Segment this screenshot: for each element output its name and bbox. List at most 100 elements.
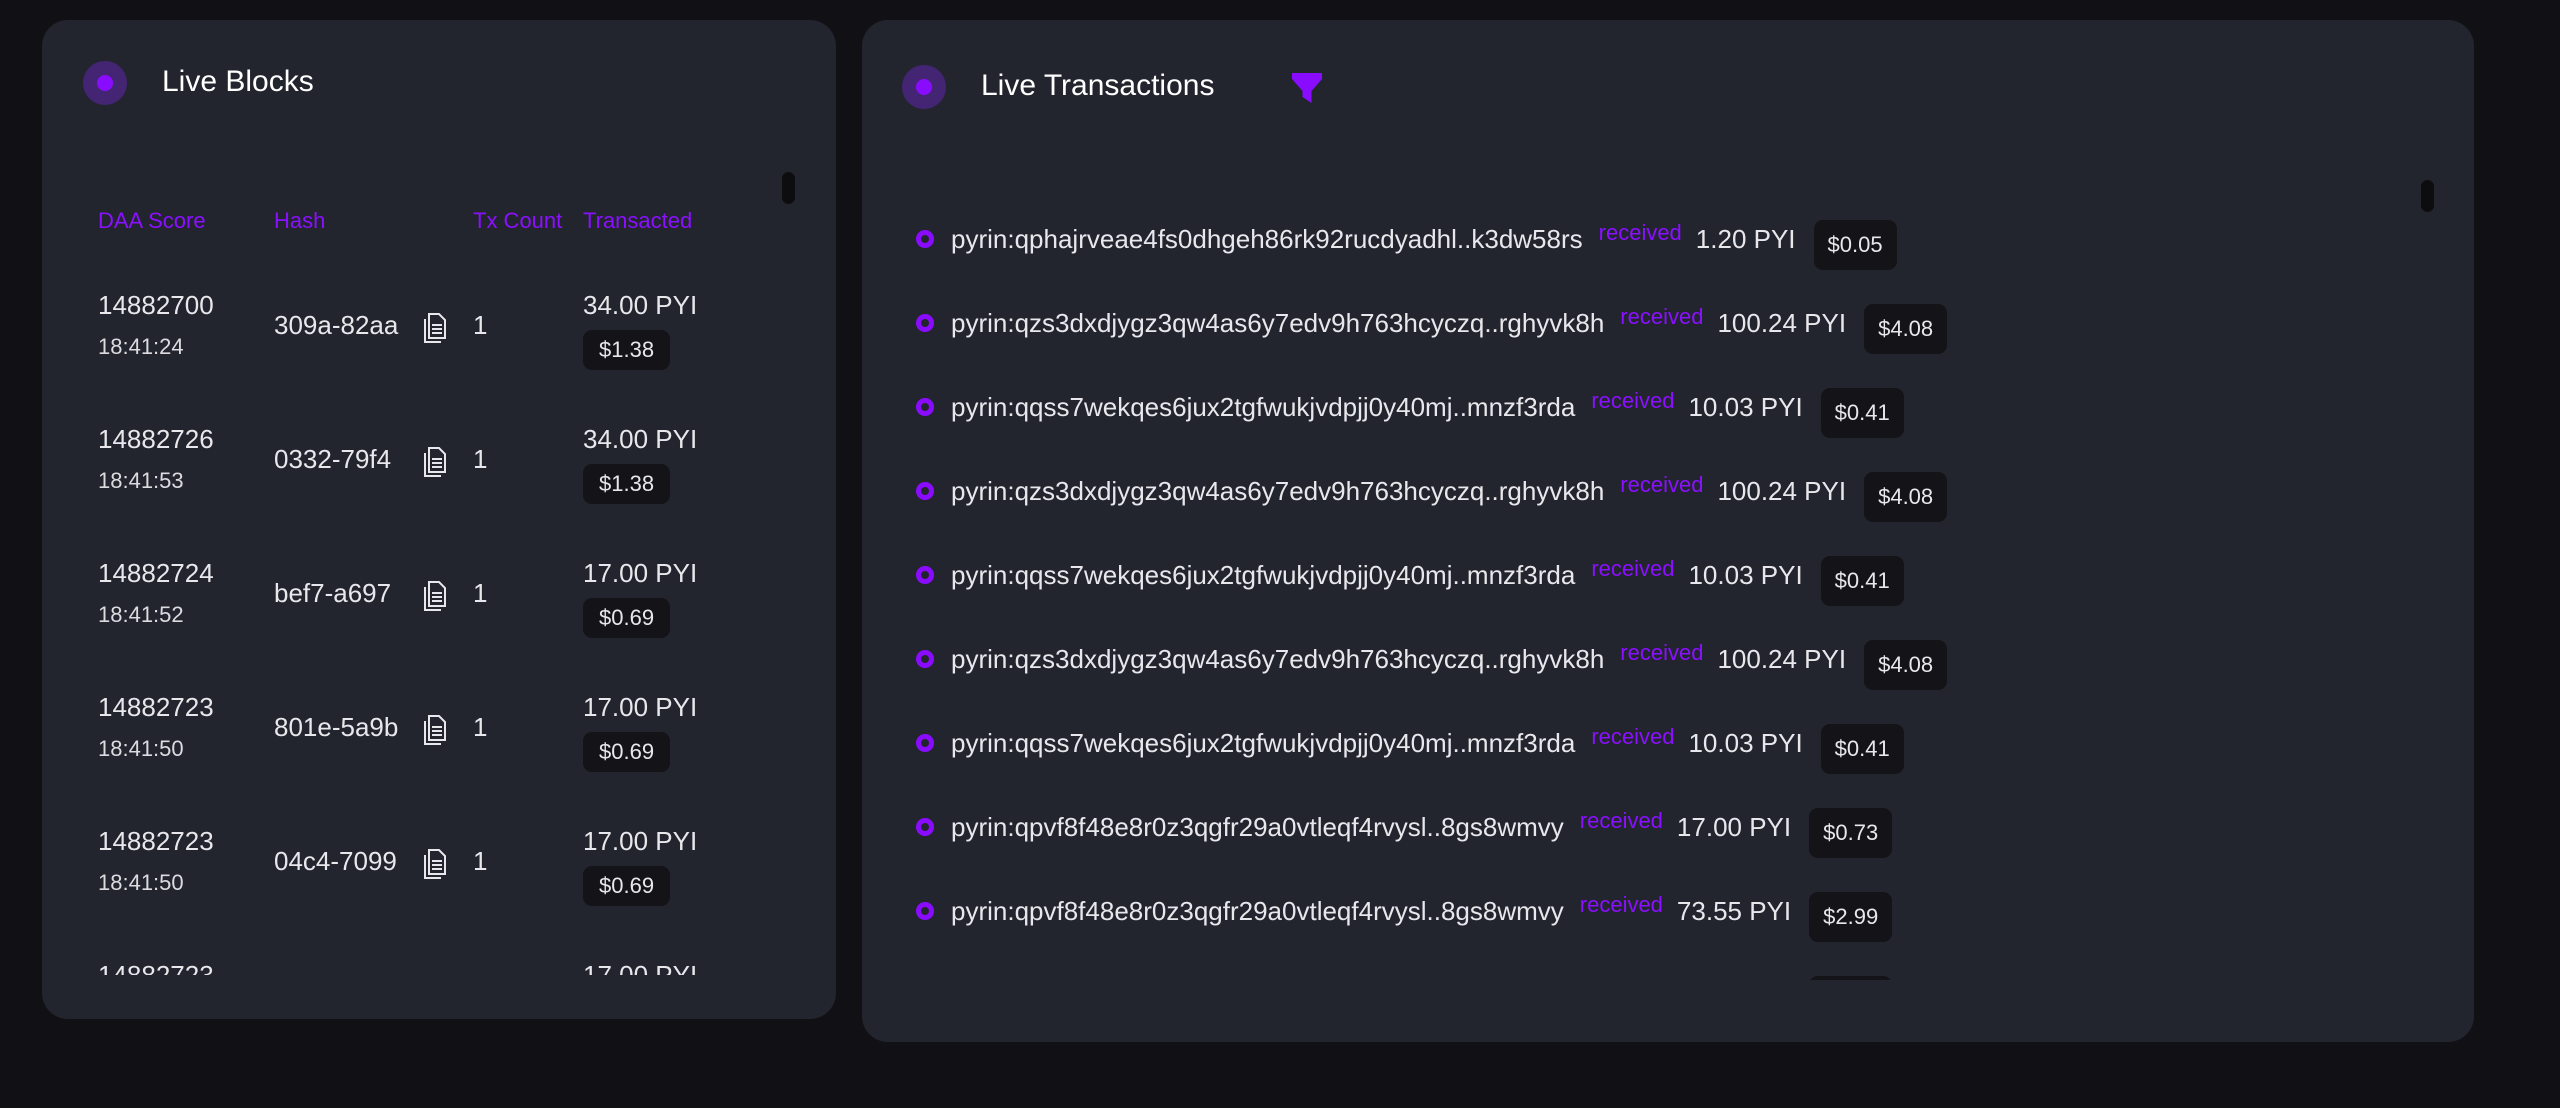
block-hash-link[interactable]: 0332-79f4 [274, 444, 391, 475]
status-label: received [1620, 472, 1704, 497]
daa-score: 14882723 [98, 692, 214, 722]
transaction-amount: 17.00 PYI [1676, 811, 1792, 842]
usd-value-badge: $0.41 [1820, 724, 1904, 774]
transacted-amount: 17.00 PYI [583, 692, 698, 722]
transactions-list: pyrin:qphajrveae4fs0dhgeh86rk92rucdyadhl… [862, 177, 2402, 980]
transaction-item[interactable]: pyrin:qphajrveae4fs0dhgeh86rk92rucdyadhl… [862, 197, 1897, 281]
address-link[interactable]: pyrin:qzs3dxdjygz3qw4as6y7edv9h763hcyczq… [951, 644, 1604, 675]
transactions-scrollbar[interactable] [2421, 180, 2434, 212]
column-hash: Hash [274, 208, 326, 233]
transacted-amount: 17.00 PYI [583, 826, 698, 856]
filter-icon[interactable] [1289, 70, 1325, 106]
status-label: received [1620, 640, 1704, 665]
transaction-dot-icon [916, 650, 934, 668]
address-link[interactable]: pyrin:qzs3dxdjygz3qw4as6y7edv9h763hcyczq… [951, 476, 1604, 507]
transaction-item[interactable]: pyrin:qpvf8f48e8r0z3qgfr29a0vtleqf4rvysl… [862, 785, 1893, 869]
transaction-item[interactable]: pyrin:qqss7wekqes6jux2tgfwukjvdpjj0y40mj… [862, 365, 1904, 449]
status-label: received [1579, 808, 1663, 833]
usd-value-badge: $4.08 [1864, 304, 1948, 354]
blocks-table-body: 14882700 18:41:24 309a-82aa 1 34.00 PYI $1.38… [42, 290, 802, 975]
daa-score: 14882700 [98, 290, 214, 320]
copy-icon[interactable] [422, 580, 448, 612]
block-time: 18:41:52 [98, 602, 184, 627]
transaction-item[interactable]: pyrin:qzs3dxdjygz3qw4as6y7edv9h763hcyczq… [862, 449, 1948, 533]
transacted-amount: 17.00 PYI [583, 960, 698, 975]
block-row[interactable]: 14882723 17.00 PYI [42, 960, 742, 975]
usd-value-badge: $0.69 [583, 866, 671, 906]
transaction-amount: 100.24 PYI [1717, 307, 1847, 338]
block-hash-link[interactable]: 04c4-7099 [274, 846, 397, 877]
usd-value-badge: $0.05 [1813, 220, 1897, 270]
block-time: 18:41:50 [98, 870, 184, 895]
transaction-dot-icon [916, 314, 934, 332]
daa-score: 14882723 [98, 826, 214, 856]
daa-score: 14882726 [98, 424, 214, 454]
copy-icon[interactable] [422, 714, 448, 746]
usd-value-badge: $0.41 [1820, 556, 1904, 606]
address-link[interactable]: pyrin:qpvf8f48e8r0z3qgfr29a0vtleqf4rvysl… [951, 812, 1564, 843]
block-hash-link[interactable]: 309a-82aa [274, 310, 398, 341]
copy-icon[interactable] [422, 312, 448, 344]
transaction-item[interactable]: pyrin:qzs3dxdjygz3qw4as6y7edv9h763hcyczq… [862, 617, 1948, 701]
transaction-dot-icon [916, 230, 934, 248]
copy-icon[interactable] [422, 446, 448, 478]
status-label: received [1620, 304, 1704, 329]
transaction-item[interactable]: pyrin:qpvf8f48e8r0z3qgfr29a0vtleqf4rvysl… [862, 869, 1893, 953]
transaction-amount: 10.03 PYI [1688, 727, 1803, 758]
live-transactions-panel: Live Transactions pyrin:qphajrveae4fs0dh… [862, 20, 2474, 1042]
tx-count: 1 [473, 578, 488, 608]
usd-value-badge: $0.73 [1809, 976, 1893, 980]
transaction-dot-icon [916, 398, 934, 416]
address-link[interactable]: pyrin:qqss7wekqes6jux2tgfwukjvdpjj0y40mj… [951, 392, 1575, 423]
tx-count: 1 [473, 310, 488, 340]
address-link[interactable]: pyrin:qqss7wekqes6jux2tgfwukjvdpjj0y40mj… [951, 560, 1575, 591]
transaction-amount: 10.03 PYI [1688, 559, 1803, 590]
block-hash-link[interactable]: 801e-5a9b [274, 712, 398, 743]
block-hash-link[interactable]: bef7-a697 [274, 578, 391, 609]
block-row[interactable]: 14882723 18:41:50 801e-5a9b 1 17.00 PYI $0.69 [42, 692, 742, 826]
usd-value-badge: $1.38 [583, 464, 671, 504]
transaction-dot-icon [916, 818, 934, 836]
transaction-item[interactable]: pyrin:qpvf8f48e8r0z3qgfr29a0vtleqf4rvysl… [862, 953, 1893, 981]
usd-value-badge: $4.08 [1864, 472, 1948, 522]
block-time: 18:41:53 [98, 468, 184, 493]
transaction-amount: 100.24 PYI [1717, 475, 1847, 506]
transaction-amount: 17.00 PYI [1677, 980, 1791, 981]
block-row[interactable]: 14882724 18:41:52 bef7-a697 1 17.00 PYI $0.69 [42, 558, 742, 692]
usd-value-badge: $2.99 [1809, 892, 1893, 942]
transaction-dot-icon [916, 482, 934, 500]
transacted-amount: 34.00 PYI [583, 424, 698, 454]
usd-value-badge: $4.08 [1864, 640, 1948, 690]
status-label: received [1591, 556, 1675, 581]
blocks-scrollbar[interactable] [782, 172, 795, 204]
tx-count: 1 [473, 846, 488, 876]
live-indicator-icon [83, 61, 127, 105]
copy-icon[interactable] [422, 848, 448, 880]
daa-score: 14882724 [98, 558, 214, 588]
status-label: received [1591, 388, 1675, 413]
address-link[interactable]: pyrin:qpvf8f48e8r0z3qgfr29a0vtleqf4rvysl… [951, 896, 1564, 927]
tx-count: 1 [473, 444, 488, 474]
address-link[interactable]: pyrin:qphajrveae4fs0dhgeh86rk92rucdyadhl… [951, 224, 1583, 255]
status-label: received [1579, 892, 1663, 917]
block-time: 18:41:24 [98, 334, 184, 359]
address-link[interactable]: pyrin:qzs3dxdjygz3qw4as6y7edv9h763hcyczq… [951, 308, 1604, 339]
transaction-item[interactable]: pyrin:qqss7wekqes6jux2tgfwukjvdpjj0y40mj… [862, 533, 1904, 617]
block-row[interactable]: 14882726 18:41:53 0332-79f4 1 34.00 PYI $1.38 [42, 424, 742, 558]
transaction-item[interactable]: pyrin:qzs3dxdjygz3qw4as6y7edv9h763hcyczq… [862, 281, 1948, 365]
status-label: received [1580, 976, 1663, 980]
status-label: received [1591, 724, 1675, 749]
address-link[interactable]: pyrin:qqss7wekqes6jux2tgfwukjvdpjj0y40mj… [951, 728, 1575, 759]
transaction-dot-icon [916, 566, 934, 584]
block-row[interactable]: 14882700 18:41:24 309a-82aa 1 34.00 PYI $1.38 [42, 290, 742, 424]
usd-value-badge: $0.41 [1820, 388, 1904, 438]
usd-value-badge: $0.69 [583, 732, 671, 772]
block-row[interactable]: 14882723 18:41:50 04c4-7099 1 17.00 PYI $0.69 [42, 826, 742, 960]
transaction-dot-icon [916, 734, 934, 752]
transaction-item[interactable]: pyrin:qqss7wekqes6jux2tgfwukjvdpjj0y40mj… [862, 701, 1904, 785]
address-link[interactable]: pyrin:qpvf8f48e8r0z3qgfr29a0vtleqf4rvysl… [951, 980, 1564, 981]
usd-value-badge: $0.73 [1809, 808, 1893, 858]
live-transactions-title: Live Transactions [981, 69, 1215, 102]
column-transacted: Transacted [583, 208, 693, 233]
transacted-amount: 17.00 PYI [583, 558, 698, 588]
